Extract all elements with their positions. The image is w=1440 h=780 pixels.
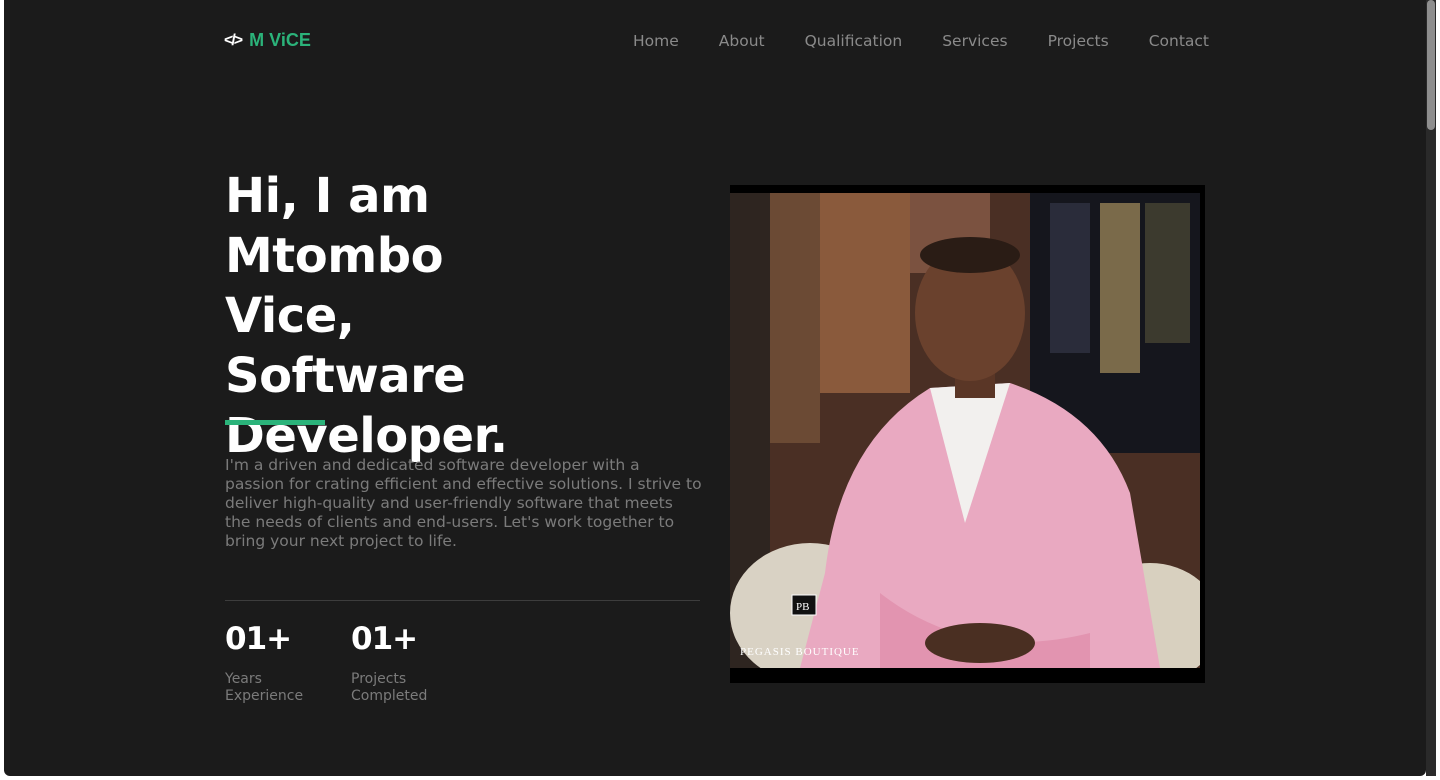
headline-line: Software [225, 348, 466, 404]
stat-value: 01+ [351, 621, 418, 657]
profile-photo-frame: PEGASIS BOUTIQUE PB [730, 185, 1205, 683]
photo-watermark: PEGASIS BOUTIQUE [740, 646, 860, 658]
nav-about[interactable]: About [719, 32, 765, 50]
accent-divider [225, 420, 325, 425]
headline-line: Vice, [225, 288, 355, 344]
nav-projects[interactable]: Projects [1048, 32, 1109, 50]
nav-qualification[interactable]: Qualification [805, 32, 903, 50]
stat-years: 01+ Years Experience [225, 621, 325, 705]
stat-label: Years Experience [225, 671, 304, 704]
code-icon: </> [224, 31, 243, 49]
hero-intro: I'm a driven and dedicated software deve… [225, 456, 702, 550]
page-scrollbar[interactable] [1426, 0, 1436, 776]
nav-home[interactable]: Home [633, 32, 679, 50]
site-logo[interactable]: </> M ViCE [224, 30, 311, 51]
headline-line: Hi, I am Mtombo [225, 168, 444, 284]
logo-text: M ViCE [249, 30, 311, 50]
stat-value: 01+ [225, 621, 292, 657]
photo-watermark-mark: PB [796, 601, 809, 613]
app-window: </> M ViCE Home About Qualification Serv… [4, 0, 1426, 776]
stats-divider [225, 600, 700, 601]
nav-services[interactable]: Services [942, 32, 1007, 50]
profile-photo: PEGASIS BOUTIQUE PB [730, 193, 1200, 668]
main-nav: Home About Qualification Services Projec… [633, 32, 1209, 50]
stat-label: Projects Completed [351, 671, 428, 704]
scrollbar-thumb[interactable] [1427, 0, 1435, 130]
portrait-illustration: PEGASIS BOUTIQUE PB [730, 193, 1200, 668]
stat-projects: 01+ Projects Completed [351, 621, 451, 705]
nav-contact[interactable]: Contact [1149, 32, 1209, 50]
